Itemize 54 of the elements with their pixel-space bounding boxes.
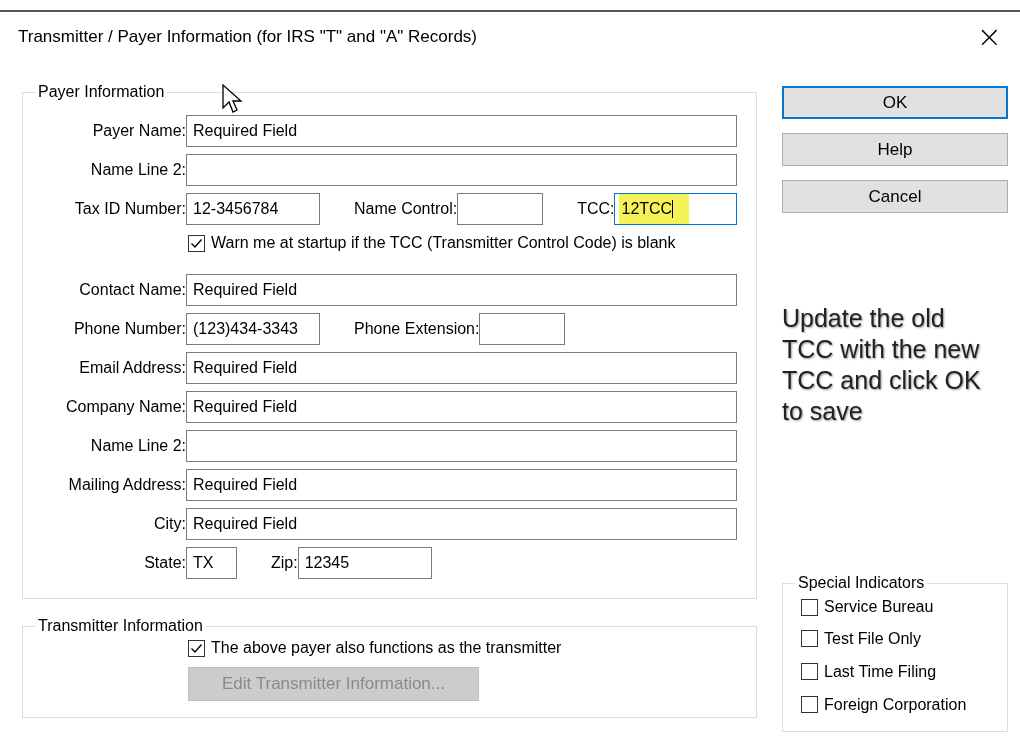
text-field[interactable]: Required Field xyxy=(186,114,737,147)
field-label: Phone Extension: xyxy=(354,319,480,338)
checkbox[interactable] xyxy=(801,630,818,647)
text-field[interactable] xyxy=(457,192,544,225)
text-field[interactable]: 12345 xyxy=(297,546,432,579)
checkbox-label: Service Bureau xyxy=(824,598,934,616)
checkbox[interactable] xyxy=(188,234,205,252)
close-button[interactable]: × xyxy=(972,22,1006,52)
text-field[interactable]: (123)434-3343 xyxy=(186,312,320,345)
field-label: Name Control: xyxy=(354,199,458,218)
field-label: Name Line 2: xyxy=(89,160,186,179)
checkbox[interactable] xyxy=(801,663,818,680)
check-icon xyxy=(190,641,203,655)
checkbox-label: Test File Only xyxy=(824,629,921,648)
field-label: TCC: xyxy=(577,199,615,218)
text-field[interactable]: Required Field xyxy=(186,273,737,306)
group-title: Transmitter Information xyxy=(37,617,204,635)
group-title: Special Indicators xyxy=(797,574,926,592)
field-label: Phone Number: xyxy=(72,319,186,338)
field-label: Zip: xyxy=(271,553,298,572)
checkbox[interactable] xyxy=(188,639,205,657)
text-field[interactable]: 12TCC xyxy=(614,192,737,225)
text-field[interactable]: Required Field xyxy=(186,468,737,501)
checkbox-label: Last Time Filing xyxy=(824,662,937,681)
field-label: State: xyxy=(143,553,186,572)
cursor-icon xyxy=(222,84,244,116)
dialog-button[interactable]: Cancel xyxy=(782,180,1008,213)
field-label: Name Line 2: xyxy=(89,436,186,455)
text-field[interactable]: Required Field xyxy=(186,507,737,540)
field-label: City: xyxy=(153,514,186,533)
checkbox-label: The above payer also functions as the transmitter xyxy=(211,639,562,657)
check-icon xyxy=(190,236,203,250)
checkbox[interactable] xyxy=(801,696,818,713)
checkbox-label: Warn me at startup if the TCC (Transmitter Control Code) is blank xyxy=(211,234,676,252)
text-field[interactable]: Required Field xyxy=(186,390,737,423)
text-field[interactable] xyxy=(186,153,737,186)
checkbox[interactable] xyxy=(801,598,818,616)
text-field[interactable]: TX xyxy=(186,546,237,579)
field-label: Email Address: xyxy=(78,358,186,377)
text-field[interactable]: 12-3456784 xyxy=(186,192,320,225)
field-label: Mailing Address: xyxy=(67,475,186,494)
text-field[interactable] xyxy=(186,429,737,462)
text-field[interactable]: Required Field xyxy=(186,351,737,384)
window-title: Transmitter / Payer Information (for IRS "T" and "A" Records) xyxy=(18,27,478,47)
field-label: Contact Name: xyxy=(78,280,186,299)
dialog-button[interactable]: OK xyxy=(782,86,1008,119)
text-field[interactable] xyxy=(479,312,566,345)
dialog-button[interactable]: Help xyxy=(782,133,1008,166)
field-label: Payer Name: xyxy=(91,121,186,140)
field-label: Company Name: xyxy=(64,397,186,416)
group-title: Payer Information xyxy=(37,83,166,101)
field-label: Tax ID Number: xyxy=(73,199,186,218)
instruction-note: Update the old TCC with the new TCC and click OK to save xyxy=(782,303,982,427)
checkbox-label: Foreign Corporation xyxy=(824,695,967,714)
